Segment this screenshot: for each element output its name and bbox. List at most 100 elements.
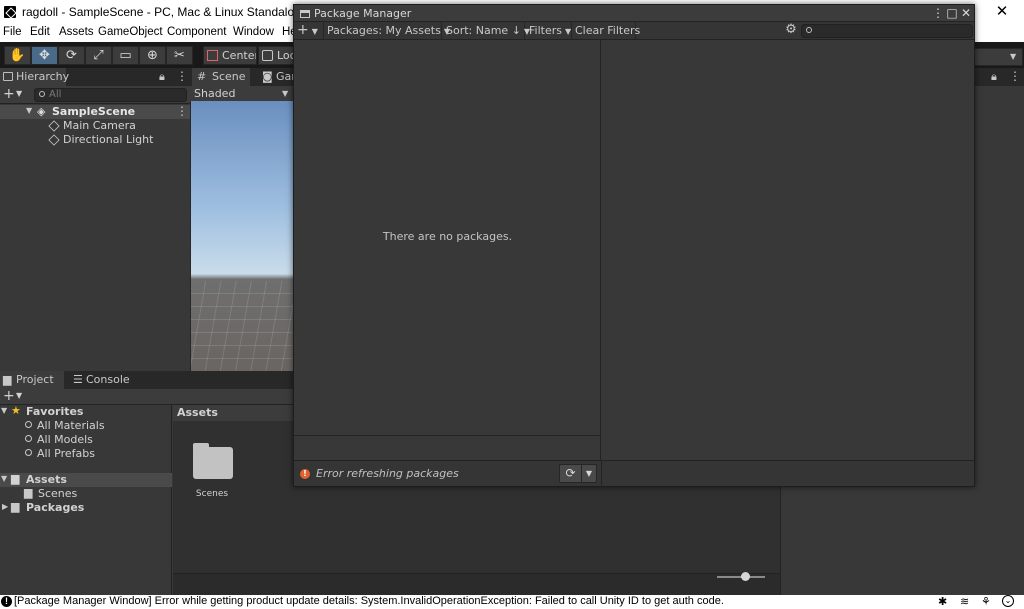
package-manager-title: Package Manager <box>314 7 412 20</box>
pivot-local-label: Loc <box>277 49 294 62</box>
package-manager-toolbar: + ▼ Packages: My Assets ▼ Sort: Name ↓ ▼ Fi… <box>294 22 974 40</box>
create-button[interactable]: + <box>3 86 15 102</box>
local-icon <box>262 50 273 61</box>
folder-icon: ▆ <box>24 486 33 499</box>
folder-icon: ▆ <box>11 500 20 513</box>
chevron-down-icon[interactable]: ▼ <box>582 465 596 482</box>
package-manager-window: Package Manager ⋮ □ ✕ + ▼ Packages: My As… <box>293 4 975 487</box>
package-search-input[interactable] <box>801 24 973 38</box>
folder-icon: ▆ <box>3 373 12 386</box>
list-item[interactable]: Main Camera <box>0 119 190 133</box>
expand-arrow-icon[interactable]: ▼ <box>1 406 7 415</box>
menu-gameobject[interactable]: GameObject <box>98 26 163 38</box>
chevron-down-icon[interactable]: ▼ <box>16 391 22 400</box>
hierarchy-search-input[interactable]: All <box>34 88 187 102</box>
menu-window[interactable]: Window <box>233 26 274 38</box>
tab-hierarchy[interactable]: Hierarchy <box>0 68 69 86</box>
pivot-center-button[interactable]: Center <box>203 46 257 65</box>
favorites-item-label: All Materials <box>37 419 105 432</box>
custom-tool-icon[interactable]: ✂ <box>166 46 193 65</box>
collapse-arrow-icon[interactable]: ▶ <box>2 502 8 511</box>
maximize-icon[interactable]: □ <box>945 5 959 21</box>
list-item[interactable]: Directional Light <box>0 133 190 147</box>
project-folder-tree: ▼ ★ Favorites All Materials All Models A… <box>0 404 172 595</box>
shading-dropdown[interactable]: Shaded ▼ <box>190 86 294 101</box>
hierarchy-item-label: Directional Light <box>63 133 154 146</box>
panel-menu-icon[interactable]: ⋮ <box>176 69 188 83</box>
error-icon: ! <box>300 469 310 479</box>
hierarchy-panel: Hierarchy 🔒︎ ⋮ + ▼ All ▼ ◈ SampleScene ⋮… <box>0 68 190 371</box>
menu-assets[interactable]: Assets <box>59 26 94 38</box>
tab-console[interactable]: ☰ Console <box>70 371 140 389</box>
clear-filters-button[interactable]: Clear Filters <box>572 22 640 40</box>
search-icon <box>25 435 32 442</box>
expand-arrow-icon[interactable]: ▼ <box>26 106 32 115</box>
icon-size-slider[interactable] <box>717 572 765 581</box>
menu-file[interactable]: File <box>3 26 22 38</box>
list-item[interactable]: ▶ ▆ Packages <box>0 500 172 515</box>
asset-item[interactable]: Scenes <box>187 443 239 503</box>
lock-icon[interactable]: 🔒︎ <box>991 70 997 84</box>
filters-dropdown[interactable]: Filters ▼ <box>526 22 572 40</box>
panel-menu-icon[interactable]: ⋮ <box>1009 69 1021 83</box>
tab-game[interactable]: ◙ Gar <box>260 68 294 86</box>
gear-icon[interactable]: ⚙ <box>784 23 798 37</box>
list-item[interactable]: All Materials <box>0 419 172 433</box>
expand-arrow-icon[interactable]: ▼ <box>1 474 7 483</box>
cache-icon[interactable]: ⚘ <box>981 595 991 608</box>
pivot-center-label: Center <box>222 49 257 62</box>
package-manager-status-bar: ! Error refreshing packages ⟳ ▼ <box>294 460 974 487</box>
refresh-button[interactable]: ⟳ ▼ <box>559 464 597 483</box>
lock-icon[interactable]: 🔒︎ <box>159 70 165 84</box>
window-menu-icon[interactable]: ⋮ <box>931 5 945 21</box>
refresh-icon[interactable]: ⟳ <box>560 465 582 482</box>
menu-edit[interactable]: Edit <box>30 26 50 38</box>
hand-tool-icon[interactable]: ✋ <box>4 46 31 65</box>
package-list-footer <box>294 435 601 460</box>
list-item[interactable]: ▆ Scenes <box>0 486 172 501</box>
layers-icon[interactable]: ≋ <box>960 595 969 608</box>
hierarchy-toolbar: + ▼ All <box>0 86 190 104</box>
hierarchy-item-label: Main Camera <box>63 119 136 132</box>
list-item[interactable]: All Prefabs <box>0 447 172 461</box>
transform-tool-icon[interactable]: ⊕ <box>139 46 166 65</box>
search-icon <box>25 421 32 428</box>
status-message[interactable]: [Package Manager Window] Error while get… <box>14 595 724 607</box>
rect-tool-icon[interactable]: ▭ <box>112 46 139 65</box>
scene-panel: # Scene ◙ Gar Shaded ▼ <box>190 68 294 371</box>
chevron-down-icon[interactable]: ⌄ <box>1002 595 1014 607</box>
tab-scene[interactable]: # Scene <box>192 68 250 86</box>
hierarchy-search-placeholder: All <box>49 89 62 100</box>
add-package-button[interactable]: + ▼ <box>294 22 324 40</box>
package-list: There are no packages. <box>294 40 601 435</box>
move-tool-icon[interactable]: ✥ <box>31 46 58 65</box>
assets-folder-label: Assets <box>26 473 67 486</box>
chevron-down-icon: ▼ <box>311 27 318 36</box>
scene-row[interactable]: ▼ ◈ SampleScene ⋮ <box>0 104 190 119</box>
packages-source-dropdown[interactable]: Packages: My Assets ▼ <box>324 22 450 40</box>
scale-tool-icon[interactable]: ⤢ <box>85 46 112 65</box>
favorites-row[interactable]: ▼ ★ Favorites <box>0 404 172 419</box>
window-close-button[interactable]: ✕ <box>990 2 1014 22</box>
rotate-tool-icon[interactable]: ⟳ <box>58 46 85 65</box>
slider-knob[interactable] <box>741 572 750 581</box>
debug-bug-icon[interactable]: ✱ <box>938 595 947 608</box>
unity-scene-icon: ◈ <box>37 105 46 118</box>
tab-scene-label: Scene <box>212 70 246 83</box>
pivot-icon <box>207 50 218 61</box>
list-item[interactable]: All Models <box>0 433 172 447</box>
scene-viewport[interactable] <box>191 101 294 371</box>
menu-component[interactable]: Component <box>167 26 226 38</box>
pivot-local-button[interactable]: Loc <box>258 46 294 65</box>
status-divider <box>601 461 602 487</box>
assets-folder-row[interactable]: ▼ ▆ Assets <box>0 472 172 487</box>
console-icon: ☰ <box>73 373 83 386</box>
package-manager-titlebar[interactable]: Package Manager ⋮ □ ✕ <box>294 5 974 22</box>
tab-project[interactable]: ▆ Project <box>0 371 64 389</box>
hierarchy-tabstrip: Hierarchy 🔒︎ ⋮ <box>0 68 190 86</box>
scene-menu-icon[interactable]: ⋮ <box>176 104 188 118</box>
chevron-down-icon[interactable]: ▼ <box>16 89 22 98</box>
close-icon[interactable]: ✕ <box>959 5 973 21</box>
sort-dropdown[interactable]: Sort: Name ↓ ▼ <box>443 22 530 40</box>
create-asset-button[interactable]: + <box>3 388 15 404</box>
